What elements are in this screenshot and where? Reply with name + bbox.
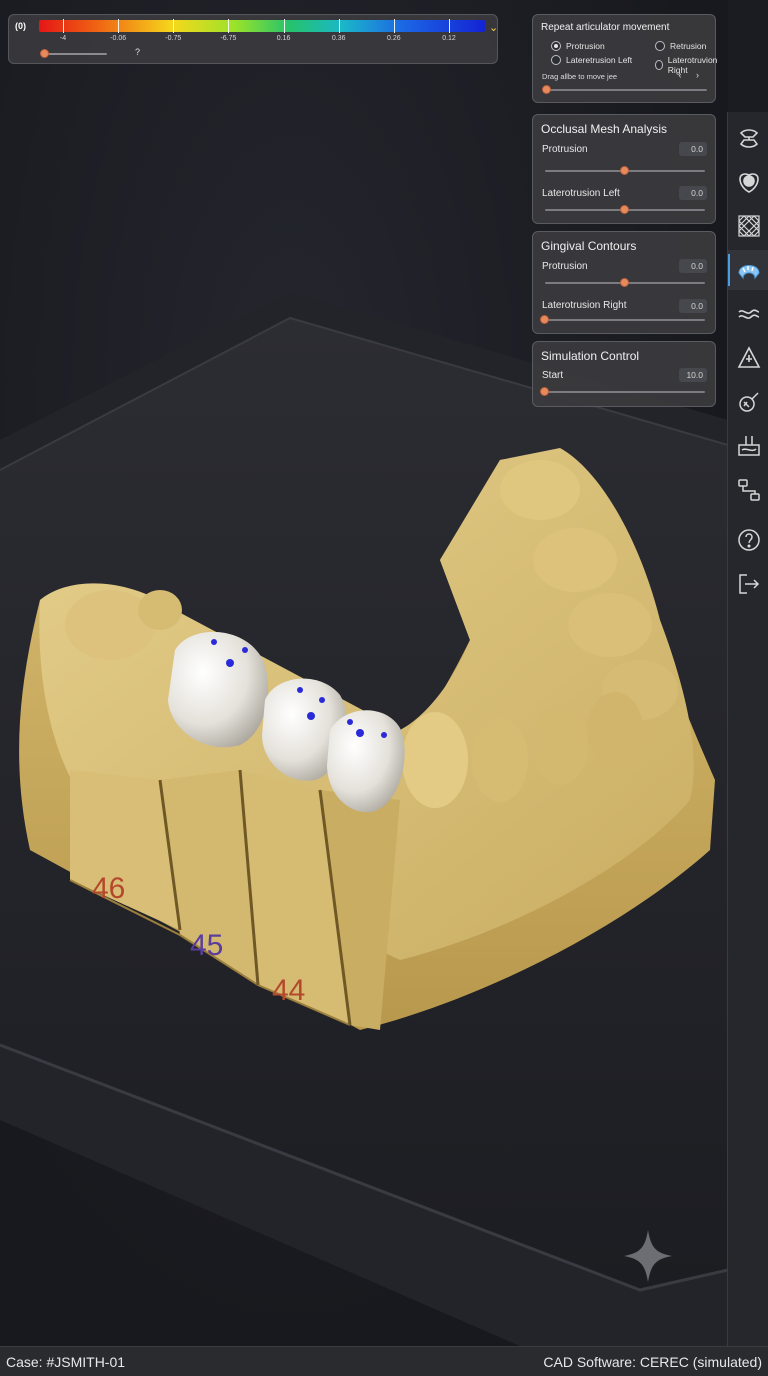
color-scale-tick <box>63 19 64 33</box>
articulator-icon[interactable] <box>728 118 768 158</box>
radio-indicator <box>655 60 663 70</box>
gingival-protrusion-thumb[interactable] <box>620 278 629 287</box>
help-icon[interactable] <box>728 520 768 560</box>
tooth-number-46: 46 <box>92 872 125 905</box>
gingival-title: Gingival Contours <box>541 239 637 253</box>
color-scale-tick <box>283 19 285 33</box>
articulator-slider-thumb[interactable] <box>542 85 551 94</box>
radio-indicator <box>551 55 561 65</box>
exit-icon[interactable] <box>728 564 768 604</box>
color-scale-tick-label: 0.26 <box>387 35 401 42</box>
arch-icon[interactable] <box>728 250 768 290</box>
color-scale-panel: (0) -4 -0.06 -0.75 -6.75 0.16 0.36 0.26 0.12 ⌄ … <box>8 14 498 64</box>
gingival-protrusion-value[interactable]: 0.0 <box>679 259 707 273</box>
radio-retrusion[interactable]: Retrusion <box>655 41 706 51</box>
occlusal-laterotrusion-value[interactable]: 0.0 <box>679 186 707 200</box>
occlusal-laterotrusion-label: Laterotrusion Left <box>542 188 620 199</box>
triangle-icon[interactable] <box>728 338 768 378</box>
gingival-laterotrusion-label: Laterotrusion Right <box>542 300 627 311</box>
simulation-start-label: Start <box>542 370 564 381</box>
mill-icon[interactable] <box>728 426 768 466</box>
color-scale-tick-label: -4 <box>59 35 67 42</box>
occlusal-panel: Occlusal Mesh Analysis Protrusion 0.0 La… <box>532 114 716 224</box>
gingival-laterotrusion-track[interactable] <box>545 319 705 321</box>
color-scale-tick <box>118 19 120 33</box>
simulation-title: Simulation Control <box>541 349 640 363</box>
radio-label: Protrusion <box>566 41 605 51</box>
tooth-number-44: 44 <box>272 974 305 1007</box>
color-scale-tick-label: -0.75 <box>165 35 182 42</box>
color-scale-tick-label: 0.16 <box>276 35 291 42</box>
right-toolbar <box>727 112 768 1346</box>
chevron-down-icon[interactable]: ⌄ <box>489 21 498 34</box>
occlusal-protrusion-value[interactable]: 0.0 <box>679 142 707 156</box>
software-label: CAD Software: CEREC (simulated) <box>543 1354 762 1370</box>
workflow-icon[interactable] <box>728 470 768 510</box>
occlusal-protrusion-label: Protrusion <box>542 144 588 155</box>
color-scale-tick-label: 0.12 <box>442 35 456 42</box>
radio-protrusion[interactable]: Protrusion <box>551 41 605 51</box>
case-id-label: Case: #JSMITH-01 <box>6 1354 126 1370</box>
color-scale-toggle[interactable]: (0) <box>15 21 26 31</box>
color-scale-gradient <box>39 20 485 32</box>
gingival-laterotrusion-thumb[interactable] <box>540 315 549 324</box>
tooth-icon[interactable] <box>728 162 768 202</box>
articulator-panel: Repeat articulator movement Protrusion R… <box>532 14 717 103</box>
color-scale-tick <box>173 19 175 33</box>
simulation-start-thumb[interactable] <box>540 387 549 396</box>
radio-lateretrusion-left[interactable]: Lateretrusion Left <box>551 55 632 65</box>
color-scale-tick-label: -0.06 <box>110 35 127 42</box>
radio-label: Lateretrusion Left <box>566 55 633 65</box>
occlusal-laterotrusion-thumb[interactable] <box>620 205 629 214</box>
color-scale-tick <box>338 19 340 33</box>
color-scale-tick-label: -6.75 <box>220 35 237 42</box>
color-scale-tick <box>228 19 230 33</box>
color-scale-tick <box>393 19 395 33</box>
gingival-laterotrusion-value[interactable]: 0.0 <box>679 299 707 313</box>
status-bar: Case: #JSMITH-01 CAD Software: CEREC (si… <box>0 1346 768 1376</box>
color-scale-slider-thumb[interactable] <box>40 49 49 58</box>
help-label[interactable]: ? <box>135 47 140 57</box>
mesh-grid-icon[interactable] <box>728 206 768 246</box>
occlusal-title: Occlusal Mesh Analysis <box>541 122 668 136</box>
articulator-title: Repeat articulator movement <box>541 22 670 33</box>
color-scale-tick <box>449 19 450 33</box>
simulation-panel: Simulation Control Start 10.0 <box>532 341 716 407</box>
simulation-start-track[interactable] <box>545 391 705 393</box>
gingival-protrusion-label: Protrusion <box>542 261 588 272</box>
radio-indicator <box>655 41 665 51</box>
gingival-panel: Gingival Contours Protrusion 0.0 Laterot… <box>532 231 716 334</box>
radio-indicator <box>551 41 561 51</box>
occlusal-protrusion-thumb[interactable] <box>620 166 629 175</box>
drag-hint: Drag allbe to move jee <box>542 72 618 81</box>
brush-icon[interactable] <box>728 382 768 422</box>
simulation-start-value[interactable]: 10.0 <box>679 368 707 382</box>
wave-icon[interactable] <box>728 294 768 334</box>
articulator-slider-track[interactable] <box>543 89 707 91</box>
color-scale-tick-label: 0.36 <box>331 35 346 42</box>
nav-arrows[interactable]: ‹ › <box>679 70 706 80</box>
color-scale-slider-track[interactable] <box>41 53 107 55</box>
radio-label: Retrusion <box>670 41 707 51</box>
tooth-number-45: 45 <box>190 929 223 962</box>
